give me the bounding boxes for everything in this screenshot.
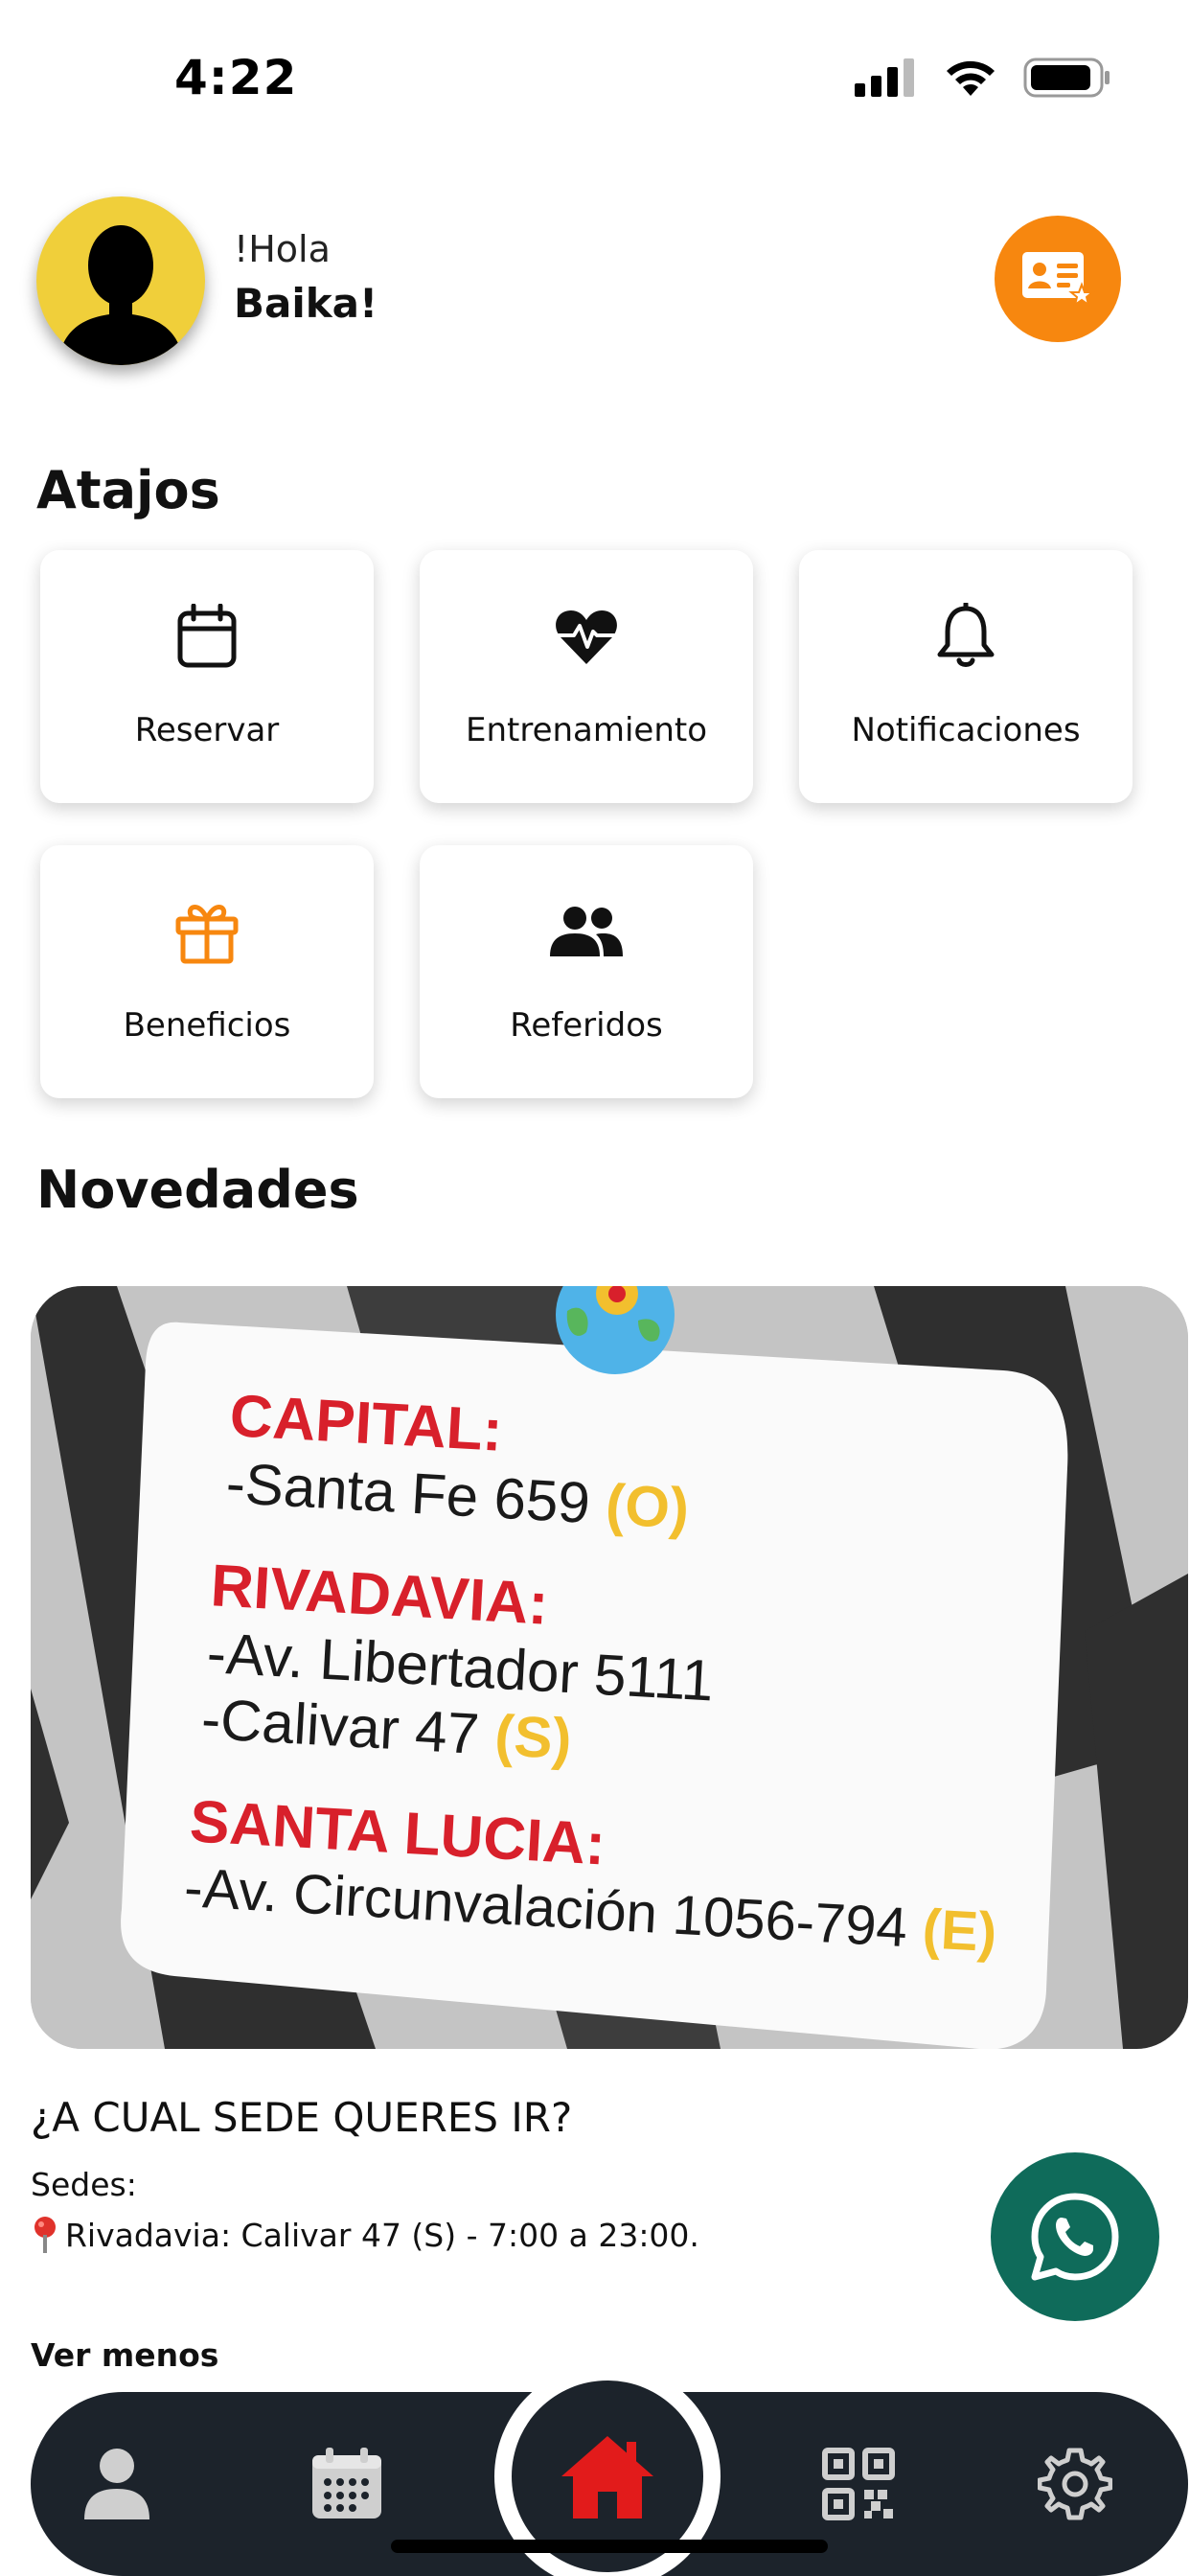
news-promo-image[interactable]: CAPITAL: -Santa Fe 659 (O) RIVADAVIA: -A… <box>31 1286 1188 2049</box>
post-sedes-label: Sedes: <box>31 2166 137 2203</box>
shortcut-notificaciones[interactable]: Notificaciones <box>799 550 1133 803</box>
post-location-text: Rivadavia: Calivar 47 (S) - 7:00 a 23:00… <box>65 2216 699 2254</box>
avatar[interactable] <box>36 196 205 365</box>
location-globe-icon <box>556 1286 675 1374</box>
post-location-line: Rivadavia: Calivar 47 (S) - 7:00 a 23:00… <box>31 2216 699 2254</box>
heart-pulse-icon <box>556 610 617 664</box>
map-pin-icon <box>34 2217 56 2253</box>
promo-line-tag: (O) <box>604 1472 691 1541</box>
nav-settings[interactable] <box>1018 2392 1133 2576</box>
shortcut-label: Reservar <box>134 711 280 749</box>
shortcut-label: Entrenamiento <box>465 711 708 749</box>
whatsapp-icon <box>1031 2193 1119 2281</box>
profile-icon <box>84 2449 149 2519</box>
promo-line-tag: (E) <box>921 1898 998 1965</box>
users-icon <box>550 907 623 956</box>
gift-icon <box>175 905 239 964</box>
status-time: 4:22 <box>174 50 298 105</box>
shortcuts-title: Atajos <box>36 460 220 520</box>
wifi-icon <box>947 60 995 96</box>
home-icon <box>561 2436 653 2518</box>
shortcut-label: Notificaciones <box>851 711 1081 749</box>
bell-icon <box>937 603 995 667</box>
home-indicator <box>391 2540 828 2553</box>
shortcut-label: Beneficios <box>123 1006 291 1045</box>
shortcut-referidos[interactable]: Referidos <box>420 845 753 1098</box>
post-title: ¿A CUAL SEDE QUERES IR? <box>31 2094 573 2141</box>
ver-menos-link[interactable]: Ver menos <box>31 2336 218 2374</box>
shortcut-beneficios[interactable]: Beneficios <box>40 845 374 1098</box>
promo-text-block: CAPITAL: -Santa Fe 659 (O) RIVADAVIA: -A… <box>183 1382 1025 1965</box>
user-silhouette-icon <box>57 225 184 365</box>
whatsapp-button[interactable] <box>991 2152 1159 2321</box>
calendar-grid-icon <box>312 2448 381 2518</box>
settings-icon <box>1038 2448 1112 2520</box>
status-bar: 4:22 <box>0 0 1190 144</box>
nav-calendar[interactable] <box>289 2392 404 2576</box>
promo-line-text: -Calivar 47 <box>199 1686 481 1766</box>
qr-code-icon <box>822 2448 895 2520</box>
shortcut-label: Referidos <box>510 1006 663 1045</box>
user-name: Baika! <box>234 280 378 327</box>
shortcut-entrenamiento[interactable]: Entrenamiento <box>420 550 753 803</box>
battery-icon <box>1023 58 1110 98</box>
promo-line-tag: (S) <box>492 1702 574 1772</box>
nav-profile[interactable] <box>59 2392 174 2576</box>
news-title: Novedades <box>36 1160 359 1220</box>
membership-card-button[interactable] <box>995 216 1121 342</box>
header: !Hola Baika! <box>0 192 1190 365</box>
calendar-icon <box>177 604 237 668</box>
shortcut-reservar[interactable]: Reservar <box>40 550 374 803</box>
status-icons <box>855 58 1111 98</box>
greeting-text: !Hola <box>234 228 331 270</box>
id-card-star-icon <box>1022 252 1095 308</box>
signal-icon <box>855 58 914 97</box>
